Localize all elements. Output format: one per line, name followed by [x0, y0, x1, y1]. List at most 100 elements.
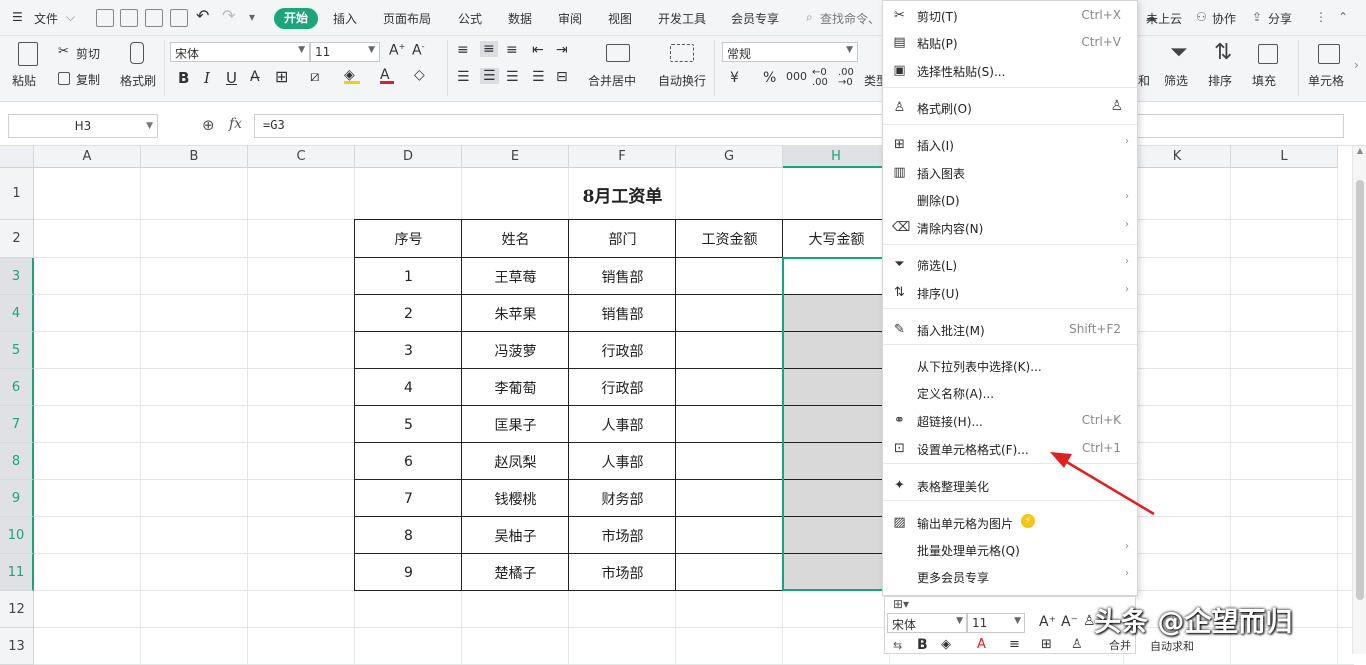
table-cell[interactable]: 王草莓 [462, 258, 569, 295]
wrap-text-button[interactable]: 自动换行 [658, 72, 706, 89]
table-cell[interactable]: 销售部 [569, 295, 676, 332]
mini-fill-icon[interactable]: ◈ [941, 637, 951, 652]
table-cell[interactable]: 人事部 [569, 443, 676, 480]
mini-insert-icon[interactable]: ♙ [1071, 637, 1083, 652]
search-icon[interactable]: ⌕ [806, 10, 813, 25]
mini-size-select[interactable]: 11 ▼ [967, 613, 1025, 633]
menu-item[interactable]: ⌫ 清除内容(N) › [883, 214, 1137, 241]
file-menu[interactable]: 文件 [34, 10, 58, 27]
align-center-icon[interactable]: ☰ [480, 68, 499, 84]
share-button[interactable]: 分享 [1268, 10, 1292, 27]
table-cell[interactable]: 人事部 [569, 406, 676, 443]
align-middle-icon[interactable]: ≡ [480, 41, 498, 57]
decrease-decimal-icon[interactable]: .00 →0 [838, 68, 854, 88]
copy-button[interactable]: 复制 [76, 71, 100, 88]
row-header[interactable]: 1 [0, 168, 34, 220]
menu-item[interactable]: ▣ 选择性粘贴(S)... [883, 57, 1137, 84]
font-size-select[interactable]: 11 ▼ [310, 42, 380, 62]
table-cell[interactable]: 钱樱桃 [462, 480, 569, 517]
menu-item[interactable]: ✂ 剪切(T) Ctrl+X [883, 2, 1137, 29]
table-cell[interactable]: 5 [355, 406, 462, 443]
row-header[interactable]: 3 [0, 258, 34, 295]
table-cell[interactable]: 7 [355, 480, 462, 517]
column-header[interactable]: K [1124, 146, 1231, 168]
italic-icon[interactable]: I [204, 69, 210, 87]
row-header[interactable]: 8 [0, 443, 34, 480]
column-header[interactable]: B [141, 146, 248, 168]
ribbon-scroll-right-icon[interactable]: › [1354, 58, 1359, 72]
distributed-align-icon[interactable]: ⊟ [556, 69, 568, 85]
format-painter-pin-icon[interactable]: ♙ [1110, 98, 1123, 114]
cut-button[interactable]: 剪切 [76, 45, 100, 62]
table-cell[interactable]: 1 [355, 258, 462, 295]
tab-home[interactable]: 开始 [274, 8, 318, 29]
fx-icon[interactable]: fx [229, 116, 242, 132]
row-header[interactable]: 4 [0, 295, 34, 332]
table-cell[interactable]: 行政部 [569, 369, 676, 406]
table-cell[interactable]: 匡果子 [462, 406, 569, 443]
chevron-down-icon[interactable]: ⌵ [66, 10, 75, 25]
print-icon[interactable] [145, 9, 163, 27]
font-name-select[interactable]: 宋体 ▼ [170, 42, 310, 62]
table-cell[interactable]: 6 [355, 443, 462, 480]
table-cell[interactable]: 9 [355, 554, 462, 591]
justify-icon[interactable]: ☰ [532, 69, 545, 85]
align-top-icon[interactable]: ≡ [457, 42, 469, 58]
row-header[interactable]: 10 [0, 517, 34, 554]
tab-insert[interactable]: 插入 [333, 10, 357, 27]
cell-fill-pattern-icon[interactable]: ⧄ [310, 67, 320, 85]
menu-item[interactable]: ⏷ 筛选(L) › [883, 251, 1137, 278]
row-header[interactable]: 2 [0, 220, 34, 258]
fill-color-icon[interactable]: ◈ [344, 67, 360, 84]
cloud-status[interactable]: 未上云 [1146, 10, 1182, 27]
increase-indent-icon[interactable]: ⇥ [556, 42, 568, 58]
border-icon[interactable]: ⊞ [275, 67, 288, 86]
table-cell[interactable]: 2 [355, 295, 462, 332]
vertical-scrollbar[interactable]: ▲ [1352, 146, 1366, 654]
percent-button[interactable]: % [763, 70, 776, 86]
tab-developer[interactable]: 开发工具 [658, 10, 706, 27]
column-header[interactable]: D [355, 146, 462, 168]
table-cell[interactable]: 吴柚子 [462, 517, 569, 554]
column-header[interactable]: L [1231, 146, 1338, 168]
tab-formula[interactable]: 公式 [458, 10, 482, 27]
menu-item[interactable]: ▥ 插入图表 [883, 159, 1137, 186]
menu-item[interactable]: ⚭ 超链接(H)... Ctrl+K [883, 407, 1137, 434]
mini-decrease-font-icon[interactable]: A⁻ [1061, 614, 1078, 630]
table-icon[interactable]: ⊞▾ [893, 597, 909, 611]
scroll-up-icon[interactable]: ▲ [1355, 146, 1365, 156]
menu-item[interactable]: 定义名称(A)... [883, 379, 1137, 406]
mini-merge-button[interactable]: 合并 [1109, 637, 1131, 653]
table-cell[interactable]: 行政部 [569, 332, 676, 369]
mini-bold-icon[interactable]: B [917, 637, 928, 653]
mini-font-select[interactable]: 宋体 ▼ [887, 613, 967, 633]
quick-access-dropdown-icon[interactable]: ▾ [249, 10, 255, 24]
table-header-cell[interactable]: 工资金额 [676, 220, 783, 258]
table-cell[interactable]: 冯菠萝 [462, 332, 569, 369]
decrease-font-icon[interactable]: A- [412, 42, 424, 59]
merge-center-button[interactable]: 合并居中 [588, 72, 636, 89]
column-header[interactable]: G [676, 146, 783, 168]
menu-item[interactable]: 从下拉列表中选择(K)... [883, 352, 1137, 379]
column-header[interactable]: F [569, 146, 676, 168]
zoom-search-icon[interactable]: ⊕ [202, 116, 215, 134]
cell-button[interactable]: 单元格 [1308, 72, 1344, 89]
bold-icon[interactable]: B [178, 69, 189, 87]
tab-review[interactable]: 审阅 [558, 10, 582, 27]
fill-button[interactable]: 填充 [1252, 72, 1276, 89]
formula-input[interactable]: =G3 [254, 114, 1344, 138]
column-header[interactable]: H [783, 146, 890, 168]
collab-button[interactable]: 协作 [1212, 10, 1236, 27]
tab-data[interactable]: 数据 [508, 10, 532, 27]
filter-button[interactable]: 筛选 [1164, 72, 1188, 89]
column-header[interactable]: E [462, 146, 569, 168]
mini-autosum-button[interactable]: 自动求和 [1150, 638, 1194, 654]
menu-item[interactable]: ⇅ 排序(U) › [883, 279, 1137, 306]
menu-item[interactable]: ✎ 插入批注(M) Shift+F2 [883, 316, 1137, 343]
table-header-cell[interactable]: 大写金额 [783, 220, 890, 258]
table-cell[interactable]: 楚橘子 [462, 554, 569, 591]
redo-icon[interactable]: ↷ [222, 6, 235, 25]
mini-increase-font-icon[interactable]: A⁺ [1039, 614, 1056, 630]
table-cell[interactable]: 朱苹果 [462, 295, 569, 332]
collapse-ribbon-icon[interactable]: ⌃ [1338, 10, 1348, 24]
